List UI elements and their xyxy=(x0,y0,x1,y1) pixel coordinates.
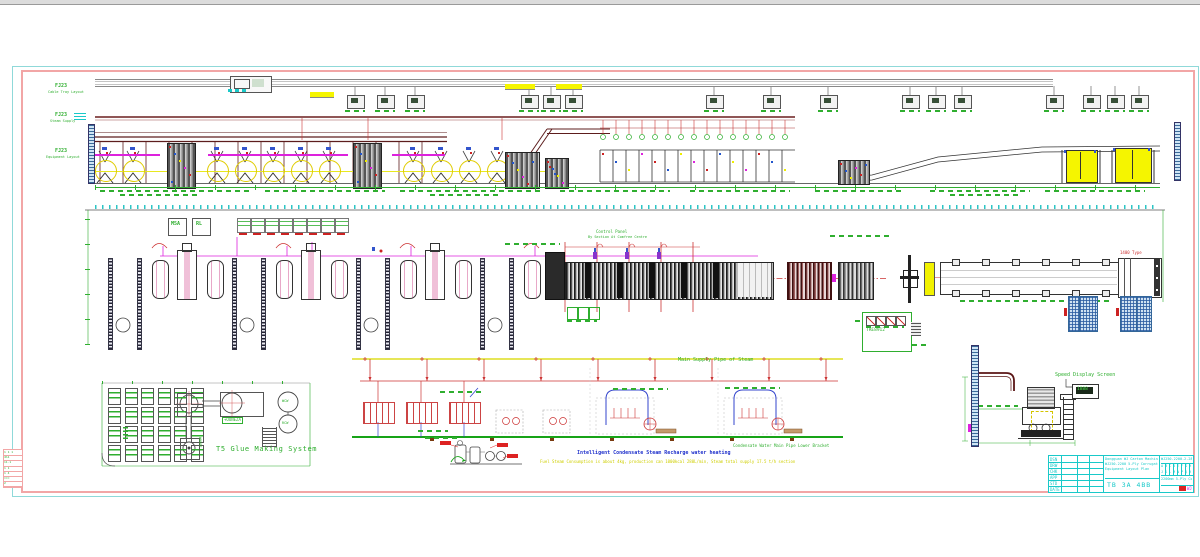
tb-grid-char: B xyxy=(1165,464,1169,469)
glue-circle-label-1: WCW xyxy=(282,399,288,403)
tb-row-label: DSN xyxy=(1050,457,1061,462)
glue-pump-tag: WNRRF xyxy=(198,437,202,448)
tb-grid-char: N xyxy=(1177,470,1181,475)
tb-grid-char: F xyxy=(1181,464,1185,469)
margin-label-2-code: FJ23 xyxy=(55,113,67,119)
speed-display-title: Speed Display Screen xyxy=(1055,373,1115,379)
intelligent-note: Intelligent Condensate Steam Recharge wa… xyxy=(577,451,731,457)
tb-row-label: STD xyxy=(1050,481,1061,486)
cad-drawing-window: Main Supply Pipe of Steam Condensate Wat… xyxy=(0,0,1200,557)
tb-grid-line xyxy=(1181,463,1182,475)
tb-company-line: Equipment Layout Plan xyxy=(1105,467,1158,472)
condensate-bracket-label: Condensate Water Main Pipe Lower Bracket xyxy=(733,444,829,449)
tb-grid-char: E xyxy=(1177,464,1181,469)
steam-consumption-note: Fuel Steam Consumption is about 4kg, pro… xyxy=(540,460,795,465)
tb-row-label: APP xyxy=(1050,475,1061,480)
tb-vline xyxy=(1061,456,1062,492)
tb-grid-line xyxy=(1173,463,1174,475)
tb-vline xyxy=(1159,456,1160,492)
tb-serial: WJ250-2200-2-28 xyxy=(1161,457,1192,462)
tb-grid-line xyxy=(1169,463,1170,475)
glue-system-title: T5 Glue Making System xyxy=(216,445,317,453)
glue-circle-label-2: RCW xyxy=(282,421,288,425)
tb-grid-line xyxy=(1177,463,1178,475)
tb-grid-char: A xyxy=(1161,464,1165,469)
tb-drawing-code: TB 3A 4BB xyxy=(1107,481,1157,490)
margin-label-3-caption: Equipment Layout xyxy=(46,155,80,159)
rev-row: 2 xyxy=(4,481,22,487)
window-top-strip xyxy=(0,0,1200,5)
tb-grid-char: P xyxy=(1181,470,1185,475)
revision-table: 1 1 14%111.11 11 4===2 xyxy=(3,449,23,488)
tb-vline xyxy=(1077,456,1078,492)
tb-vline xyxy=(1103,456,1104,492)
tb-grid-char: H xyxy=(1189,464,1193,469)
tb-logo-icon xyxy=(1179,486,1186,491)
control-panel-label-1: Control Panel xyxy=(596,230,627,235)
tb-grid-char: K xyxy=(1165,470,1169,475)
conveyor-type-label: 1400 Type xyxy=(1120,251,1142,256)
margin-label-1-code: FJ23 xyxy=(55,84,67,90)
plan-label-box-b: RL xyxy=(196,222,202,228)
tb-hline xyxy=(1105,478,1159,479)
margin-label-3-code: FJ23 xyxy=(55,149,67,155)
tb-row-label: CHK xyxy=(1050,469,1061,474)
tb-row-label: DRW xyxy=(1050,463,1061,468)
margin-label-2-caption: Steam Supply xyxy=(50,119,75,123)
margin-label-1-caption: Cable Tray Layout xyxy=(48,90,84,94)
glue-tank-tag: +OUNEZA xyxy=(222,417,243,424)
tb-grid-char: J xyxy=(1161,470,1165,475)
plan-label-box-a: M5A xyxy=(171,222,180,228)
tb-grid-char: C xyxy=(1169,464,1173,469)
tb-note-line: 2200mm 5-Ply Corrugated Paperboard Line xyxy=(1161,477,1192,484)
tb-grid-char: G xyxy=(1185,464,1189,469)
drawing-border xyxy=(21,70,1195,493)
tb-hline xyxy=(1161,475,1193,476)
tre-code-label: TRE8912 xyxy=(866,328,885,333)
steam-main-title: Main Supply Pipe of Steam xyxy=(678,358,753,364)
tb-grid-char: M xyxy=(1173,470,1177,475)
tb-vline xyxy=(1089,456,1090,492)
tb-logo-text: WJ xyxy=(1187,486,1195,491)
speed-board-text: 1888 xyxy=(1077,387,1088,392)
tb-grid-char: L xyxy=(1169,470,1173,475)
tb-grid-line xyxy=(1165,463,1166,475)
tb-grid-char: R xyxy=(1189,470,1193,475)
tb-grid-line xyxy=(1189,463,1190,475)
control-panel-label-2: By Section At Comfree Centre xyxy=(588,235,647,239)
title-block: DSNDRWCHKAPPSTDDATEDongguan WJ Carton Ma… xyxy=(1048,455,1194,493)
tb-grid-char: Q xyxy=(1185,470,1189,475)
tb-row-label: DATE xyxy=(1050,487,1061,492)
tb-grid-line xyxy=(1185,463,1186,475)
tb-grid-char: D xyxy=(1173,464,1177,469)
